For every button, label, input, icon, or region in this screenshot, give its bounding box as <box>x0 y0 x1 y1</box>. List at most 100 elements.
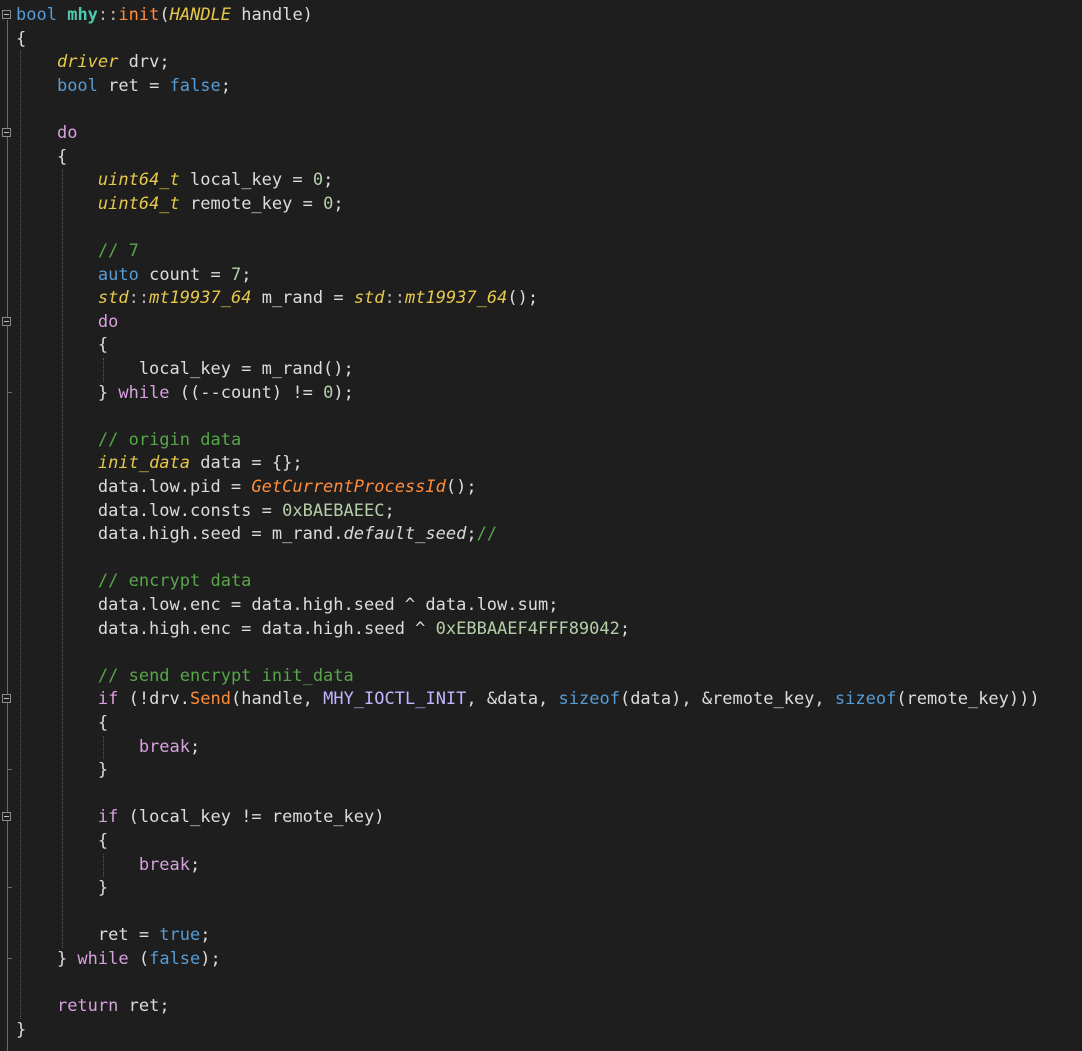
code-token: break <box>138 854 191 875</box>
code-line[interactable]: data.low.pid = GetCurrentProcessId(); <box>0 476 1082 500</box>
code-text: // 7 <box>16 240 139 264</box>
code-token: 0 <box>323 382 334 403</box>
code-token: local_key = m_rand(); <box>16 359 354 379</box>
code-token: std <box>97 288 129 309</box>
code-text: data.low.consts = 0xBAEBAEEC; <box>16 500 395 524</box>
code-text: // origin data <box>16 429 241 453</box>
code-line[interactable]: { <box>0 146 1082 170</box>
collapse-box-icon[interactable] <box>2 812 11 822</box>
code-token: :: <box>384 288 406 309</box>
code-line[interactable] <box>0 216 1082 240</box>
code-token: ; <box>619 618 631 639</box>
code-text: } while (false); <box>16 948 221 972</box>
code-line[interactable]: // encrypt data <box>0 570 1082 594</box>
code-token: driver <box>56 52 119 73</box>
code-token: 0xBAEBAEEC <box>282 500 385 521</box>
code-token: ; <box>220 75 231 96</box>
code-token: } <box>16 949 78 969</box>
code-line[interactable]: local_key = m_rand(); <box>0 358 1082 382</box>
code-editor[interactable]: bool mhy::init(HANDLE handle){ driver dr… <box>0 0 1082 1051</box>
code-token: auto <box>97 264 139 285</box>
code-token: remote_key = <box>179 193 324 214</box>
code-token: if <box>97 807 119 828</box>
code-text: // send encrypt init_data <box>16 665 354 689</box>
code-line[interactable]: driver drv; <box>0 51 1082 75</box>
code-token: if <box>97 689 119 710</box>
code-line[interactable]: if (!drv.Send(handle, MHY_IOCTL_INIT, &d… <box>0 688 1082 712</box>
code-text: init_data data = {}; <box>16 452 303 476</box>
code-line[interactable]: { <box>0 28 1082 52</box>
code-line[interactable]: if (local_key != remote_key) <box>0 806 1082 830</box>
code-text: break; <box>16 854 200 878</box>
code-token: true <box>159 925 201 946</box>
code-line[interactable]: } <box>0 759 1082 783</box>
code-line[interactable]: // 7 <box>0 240 1082 264</box>
code-token: while <box>77 949 129 969</box>
collapse-box-icon[interactable] <box>2 316 11 326</box>
code-token: return <box>56 996 119 1017</box>
code-token: uint64_t <box>97 170 180 191</box>
code-line[interactable]: { <box>0 712 1082 736</box>
code-token: drv; <box>118 52 170 73</box>
code-text: auto count = 7; <box>16 264 252 288</box>
code-token: ); <box>333 382 354 403</box>
code-line[interactable]: auto count = 7; <box>0 264 1082 288</box>
code-token: ( <box>128 949 150 969</box>
code-line[interactable] <box>0 405 1082 429</box>
code-line[interactable]: return ret; <box>0 995 1082 1019</box>
code-token: ; <box>384 500 395 521</box>
code-line[interactable]: data.high.enc = data.high.seed ^ 0xEBBAA… <box>0 618 1082 642</box>
code-line[interactable]: do <box>0 311 1082 335</box>
code-line[interactable]: uint64_t local_key = 0; <box>0 169 1082 193</box>
code-line[interactable] <box>0 972 1082 996</box>
code-line[interactable]: } while ((--count) != 0); <box>0 382 1082 406</box>
code-text: { <box>16 830 108 854</box>
code-line[interactable]: // send encrypt init_data <box>0 665 1082 689</box>
code-line[interactable]: break; <box>0 736 1082 760</box>
code-line[interactable]: bool mhy::init(HANDLE handle) <box>0 4 1082 28</box>
code-line[interactable]: init_data data = {}; <box>0 452 1082 476</box>
code-token: local_key = <box>179 170 313 191</box>
collapse-box-icon[interactable] <box>2 10 11 19</box>
code-text: bool mhy::init(HANDLE handle) <box>16 4 313 28</box>
code-line[interactable]: uint64_t remote_key = 0; <box>0 193 1082 217</box>
code-token: false <box>169 75 221 96</box>
code-line[interactable]: } while (false); <box>0 948 1082 972</box>
collapse-box-icon[interactable] <box>2 694 11 704</box>
code-line[interactable]: data.low.enc = data.high.seed ^ data.low… <box>0 594 1082 618</box>
code-line[interactable] <box>0 98 1082 122</box>
code-token: init_data <box>97 453 191 474</box>
code-line[interactable]: } <box>0 877 1082 901</box>
code-line[interactable]: ret = true; <box>0 924 1082 948</box>
code-line[interactable] <box>0 901 1082 925</box>
code-text: } <box>16 759 108 783</box>
code-text: uint64_t local_key = 0; <box>16 169 333 193</box>
code-line[interactable]: // origin data <box>0 429 1082 453</box>
code-line[interactable]: data.low.consts = 0xBAEBAEEC; <box>0 500 1082 524</box>
code-line[interactable] <box>0 641 1082 665</box>
code-line[interactable] <box>0 783 1082 807</box>
code-line[interactable]: std::mt19937_64 m_rand = std::mt19937_64… <box>0 287 1082 311</box>
code-line[interactable]: { <box>0 334 1082 358</box>
code-token: ret = <box>97 75 170 96</box>
collapse-box-icon[interactable] <box>2 128 11 137</box>
code-line[interactable]: break; <box>0 854 1082 878</box>
code-line[interactable]: bool ret = false; <box>0 75 1082 99</box>
code-line[interactable]: } <box>0 1019 1082 1043</box>
code-token: :: <box>97 5 119 25</box>
code-token: } <box>16 760 109 781</box>
code-line[interactable]: data.high.seed = m_rand.default_seed;// <box>0 523 1082 547</box>
code-line[interactable]: { <box>0 830 1082 854</box>
code-line[interactable]: do <box>0 122 1082 146</box>
code-line[interactable] <box>0 547 1082 571</box>
code-token: :: <box>128 288 150 309</box>
code-text: local_key = m_rand(); <box>16 358 354 382</box>
